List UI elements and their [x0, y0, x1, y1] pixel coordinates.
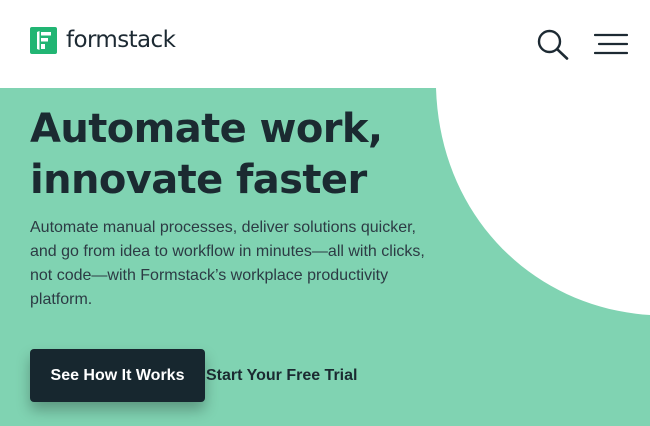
- headline-line-1: Automate work,: [30, 106, 383, 152]
- site-header: formstack: [0, 0, 650, 88]
- see-how-it-works-button[interactable]: See How It Works: [30, 349, 205, 402]
- headline-line-2: innovate faster: [30, 157, 367, 203]
- search-icon: [537, 29, 569, 60]
- search-button[interactable]: [536, 28, 570, 60]
- hero-headline: Automate work, innovate faster: [30, 104, 450, 206]
- hero-description: Automate manual processes, deliver solut…: [30, 219, 425, 308]
- formstack-logo-icon: [30, 26, 57, 54]
- menu-button[interactable]: [593, 32, 629, 56]
- hamburger-menu-icon: [593, 33, 629, 55]
- start-free-trial-link[interactable]: Start Your Free Trial: [206, 366, 357, 386]
- formstack-logo[interactable]: formstack: [30, 25, 176, 55]
- logo-text: formstack: [66, 26, 176, 53]
